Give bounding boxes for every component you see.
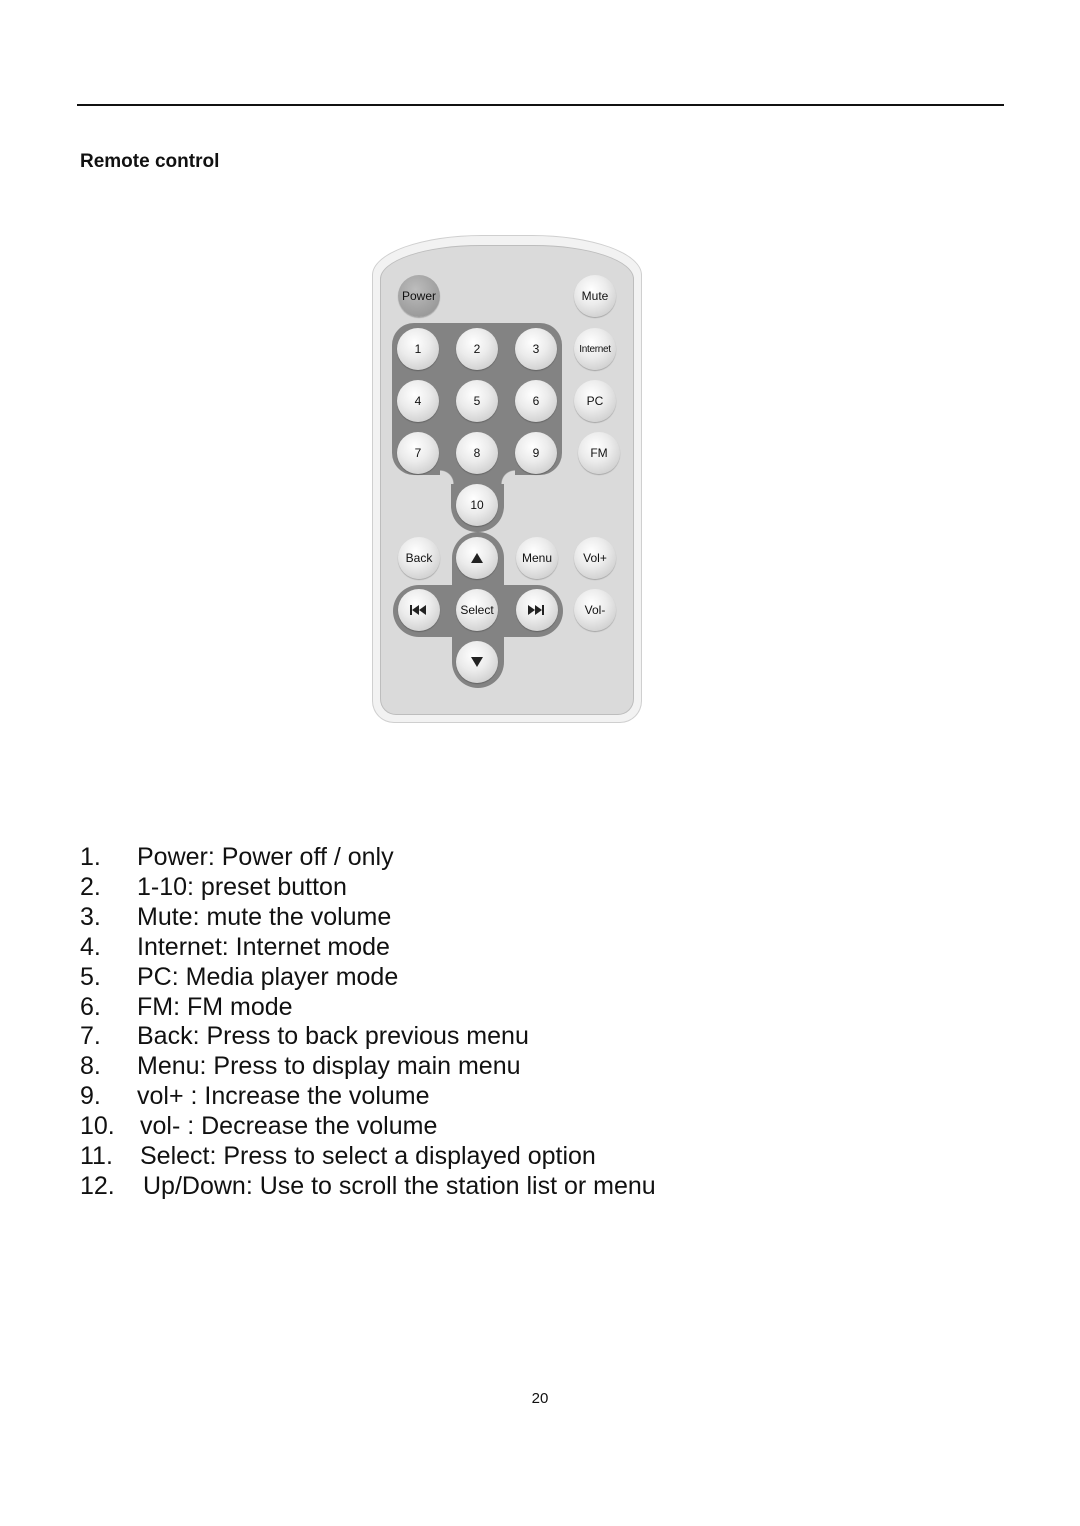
list-number: 8. (80, 1052, 101, 1081)
list-item: 9. vol+ : Increase the volume (80, 1082, 656, 1112)
list-number: 7. (80, 1022, 101, 1051)
list-text: Internet: Internet mode (137, 932, 390, 961)
list-item: 12. Up/Down: Use to scroll the station li… (80, 1172, 656, 1202)
header-rule (77, 104, 1004, 106)
list-item: 1. Power: Power off / only (80, 843, 656, 873)
list-text: Up/Down: Use to scroll the station list … (143, 1171, 656, 1200)
pc-button[interactable]: PC (574, 380, 616, 422)
list-text: Menu: Press to display main menu (137, 1052, 521, 1081)
list-item: 11. Select: Press to select a displayed o… (80, 1142, 656, 1172)
vol-up-button[interactable]: Vol+ (574, 537, 616, 579)
list-text: Select: Press to select a displayed opti… (140, 1142, 596, 1171)
preset-9-button[interactable]: 9 (515, 432, 557, 474)
list-number: 10. (80, 1112, 115, 1141)
section-title: Remote control (80, 151, 220, 172)
list-text: PC: Media player mode (137, 962, 399, 991)
list-text: FM: FM mode (137, 992, 293, 1021)
list-number: 2. (80, 872, 101, 901)
preset-6-button[interactable]: 6 (515, 380, 557, 422)
vol-down-button[interactable]: Vol- (574, 589, 616, 631)
list-number: 9. (80, 1082, 101, 1111)
button-legend-list: 1. Power: Power off / only 2. 1-10: preset… (80, 843, 656, 1202)
list-text: Power: Power off / only (137, 843, 394, 871)
list-item: 8. Menu: Press to display main menu (80, 1052, 656, 1082)
list-text: Mute: mute the volume (137, 902, 392, 931)
preset-1-button[interactable]: 1 (397, 328, 439, 370)
list-item: 4. Internet: Internet mode (80, 933, 656, 963)
menu-button[interactable]: Menu (516, 537, 558, 579)
numeric-pad-tail-curve-right (501, 470, 515, 484)
list-item: 3. Mute: mute the volume (80, 903, 656, 933)
preset-8-button[interactable]: 8 (456, 432, 498, 474)
list-item: 5. PC: Media player mode (80, 963, 656, 993)
next-button[interactable] (516, 589, 558, 631)
preset-4-button[interactable]: 4 (397, 380, 439, 422)
previous-button[interactable] (398, 589, 440, 631)
skip-next-icon (528, 605, 544, 615)
list-number: 11. (80, 1142, 113, 1171)
back-button[interactable]: Back (398, 537, 440, 579)
power-button[interactable]: Power (398, 275, 440, 317)
preset-5-button[interactable]: 5 (456, 380, 498, 422)
list-text: vol+ : Increase the volume (137, 1082, 430, 1111)
preset-7-button[interactable]: 7 (397, 432, 439, 474)
up-button[interactable] (456, 537, 498, 579)
list-text: Back: Press to back previous menu (137, 1022, 529, 1051)
list-item: 2. 1-10: preset button (80, 873, 656, 903)
select-button[interactable]: Select (456, 589, 498, 631)
internet-button[interactable]: Internet (574, 328, 616, 370)
list-text: 1-10: preset button (137, 872, 347, 901)
list-item: 7. Back: Press to back previous menu (80, 1022, 656, 1052)
list-number: 12. (80, 1171, 115, 1200)
preset-3-button[interactable]: 3 (515, 328, 557, 370)
skip-previous-icon (410, 605, 426, 615)
list-text: vol- : Decrease the volume (140, 1112, 438, 1141)
down-button[interactable] (456, 641, 498, 683)
list-number: 3. (80, 902, 101, 931)
numeric-pad-tail-curve-left (440, 470, 454, 484)
page-number: 20 (531, 1390, 549, 1407)
list-item: 6. FM: FM mode (80, 993, 656, 1023)
fm-button[interactable]: FM (578, 432, 620, 474)
mute-button[interactable]: Mute (574, 275, 616, 317)
list-number: 1. (80, 843, 101, 871)
list-number: 4. (80, 932, 101, 961)
list-item: 10. vol- : Decrease the volume (80, 1112, 656, 1142)
list-number: 5. (80, 962, 101, 991)
triangle-down-icon (471, 657, 483, 667)
preset-2-button[interactable]: 2 (456, 328, 498, 370)
list-number: 6. (80, 992, 101, 1021)
triangle-up-icon (471, 553, 483, 563)
preset-10-button[interactable]: 10 (456, 484, 498, 526)
